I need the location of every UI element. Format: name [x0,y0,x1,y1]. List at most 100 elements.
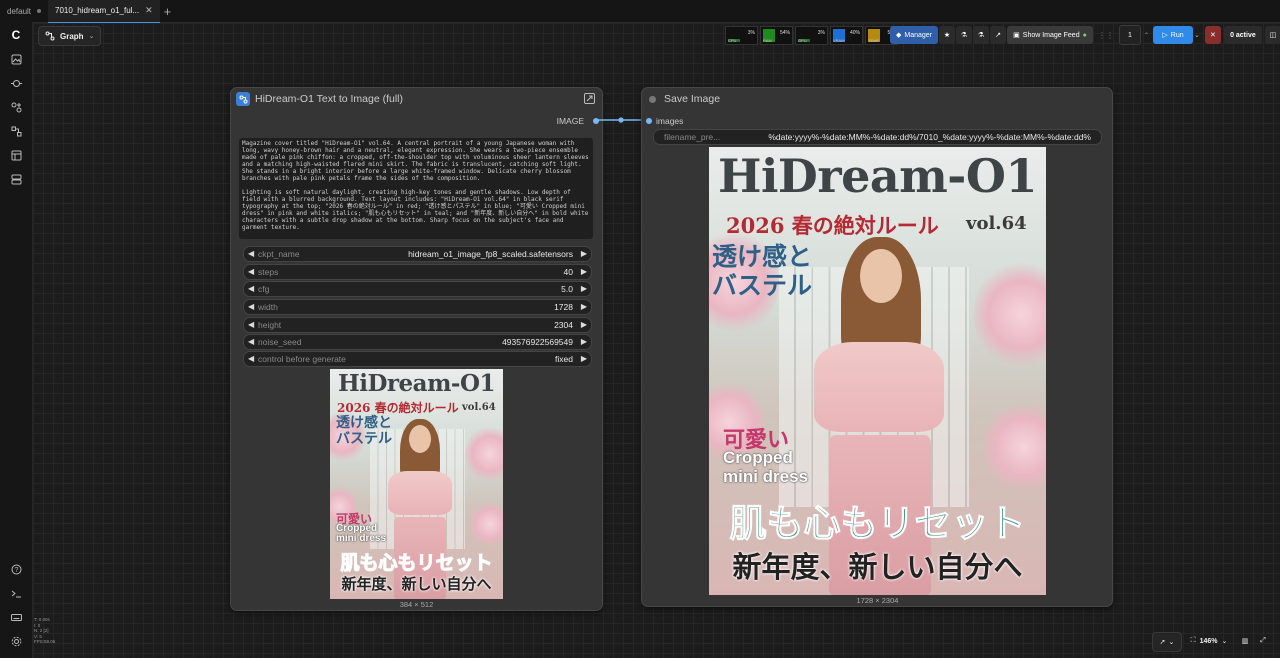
image-feed-toolbar: ▣ Show Image Feed ● [1007,26,1096,44]
comfy-logo-icon[interactable]: C [8,28,24,42]
input-slot-label: images [656,116,684,126]
decrement-icon[interactable]: ◀ [248,337,254,346]
close-icon[interactable]: ✕ [145,5,153,16]
gpu-meter: 3% GPU [795,25,828,45]
widget-width[interactable]: ◀ width 1728 ▶ [243,299,592,315]
terminal-icon[interactable] [8,586,24,600]
cover-bottom: 新年度、新しい自分へ [732,550,1023,584]
drag-handle-icon[interactable]: ⋮⋮ [1098,31,1114,40]
cover-blue-line1: 透け感と [336,415,392,431]
increment-icon[interactable]: ▶ [581,354,587,363]
node-title: HiDream-O1 Text to Image (full) [255,93,404,105]
workflows-icon[interactable] [8,124,24,138]
graph-mode-button[interactable]: Graph ⌄ [38,26,102,46]
input-slot-dot[interactable] [646,118,652,124]
canvas-stats: T: 0.00s I: 0 N: 2 [2] V: 5 FPS:59.06 [34,617,56,644]
vram-meter: 40% VRAM [830,25,863,45]
batch-count-input[interactable]: 1 [1119,25,1141,45]
widget-height[interactable]: ◀ height 2304 ▶ [243,317,592,333]
widget-noise-seed[interactable]: ◀ noise_seed 493576922569549 ▶ [243,334,592,350]
cover-teal: 肌も心もリセット [729,502,1026,546]
cover-teal: 肌も心もリセット [340,552,493,575]
cpu-meter: 3% CPU [725,25,758,45]
sidebar: C ? [0,22,33,658]
new-tab-button[interactable]: + [160,4,176,19]
manager-button[interactable]: ◆ Manager [890,26,938,44]
cover-subtitle: 2026 春の絶対ルール [337,401,459,415]
images-icon[interactable] [8,52,24,66]
node-text-to-image[interactable]: HiDream-O1 Text to Image (full) IMAGE Ma… [230,87,603,611]
increment-icon[interactable]: ▶ [581,249,587,258]
select-mode-button[interactable]: ➚ ⌄ [1152,632,1182,652]
increment-icon[interactable]: ▶ [581,302,587,311]
decrement-icon[interactable]: ◀ [248,302,254,311]
active-queue-button[interactable]: 0 active [1223,26,1262,44]
node-title-bar[interactable]: Save Image [642,88,1112,110]
keyboard-icon[interactable] [8,610,24,624]
chevron-down-icon: ⌄ [88,33,95,40]
increment-icon[interactable]: ▶ [581,284,587,293]
tab-bar: default 7010_hidream_o1_ful... ✕ + [0,0,1280,23]
run-options-chevron-icon[interactable]: ⌄ [1194,31,1200,39]
widget-steps[interactable]: ◀ steps 40 ▶ [243,264,592,280]
image-dimensions: 1728 × 2304 [856,596,899,605]
widget-value: %date:yyyy%-%date:MM%-%date:dd%/7010_%da… [768,132,1091,142]
flask-icon[interactable]: ⚗ [956,26,972,44]
widget-label: filename_pre... [664,132,721,142]
templates-icon[interactable] [8,148,24,162]
minimap-icon[interactable]: ▥ [1238,632,1252,650]
decrement-icon[interactable]: ◀ [248,249,254,258]
node-status-dot-icon[interactable] [649,95,656,103]
widget-cfg[interactable]: ◀ cfg 5.0 ▶ [243,281,592,297]
ram-meter: 54% RAM [760,25,793,45]
settings-gear-icon[interactable] [8,634,24,648]
cancel-run-button[interactable]: ✕ [1204,26,1221,44]
toggle-panel-icon[interactable]: ◫ [1264,26,1280,44]
chevron-down-icon: ⌄ [1168,639,1175,646]
cover-volume: vol.64 [966,213,1027,234]
puzzle-icon: ◆ [895,32,902,39]
prompt-textarea[interactable]: Magazine cover titled "HiDream-O1" vol.6… [239,138,593,239]
share-icon[interactable]: ↗ [990,26,1006,44]
batch-stepper-icon[interactable]: ⌃ [1144,32,1149,39]
queue-icon[interactable] [8,172,24,186]
run-button[interactable]: ▷ Run [1153,26,1194,44]
help-icon[interactable]: ? [8,562,24,576]
node-title: Save Image [664,93,721,105]
increment-icon[interactable]: ▶ [581,337,587,346]
prompt-paragraph: Lighting is soft natural daylight, creat… [242,189,589,231]
fit-view-icon[interactable]: ⛶ [1191,637,1196,645]
cover-subtitle: 2026 春の絶対ルール [726,213,939,238]
decrement-icon[interactable]: ◀ [248,267,254,276]
tab-label: 7010_hidream_o1_ful... [55,6,140,15]
increment-icon[interactable]: ▶ [581,267,587,276]
decrement-icon[interactable]: ◀ [248,320,254,329]
cover-title: HiDream-O1 [338,370,496,397]
tab-default[interactable]: default [0,0,48,22]
models-icon[interactable] [8,76,24,90]
image-feed-icon: ▣ [1013,32,1020,39]
widget-control-before-generate[interactable]: ◀ control before generate fixed ▶ [243,351,592,367]
node-save-image[interactable]: Save Image images filename_pre... %date:… [641,87,1113,607]
decrement-icon[interactable]: ◀ [248,284,254,293]
filename-prefix-widget[interactable]: filename_pre... %date:yyyy%-%date:MM%-%d… [653,129,1102,145]
decrement-icon[interactable]: ◀ [248,354,254,363]
play-icon: ▷ [1162,32,1168,39]
show-image-feed-button[interactable]: ▣ Show Image Feed ● [1007,26,1093,44]
zoom-control[interactable]: ⛶ 146% ⌄ [1183,632,1235,650]
widget-ckpt-name[interactable]: ◀ ckpt_name hidream_o1_image_fp8_scaled.… [243,246,592,262]
preview-dimensions: 384 × 512 [399,600,434,609]
tab-workflow[interactable]: 7010_hidream_o1_ful... ✕ [48,0,160,23]
prompt-paragraph: Magazine cover titled "HiDream-O1" vol.6… [242,140,589,182]
star-icon[interactable]: ★ [939,26,955,44]
tab-label: default [7,6,32,16]
flask-alt-icon[interactable]: ⚗ [973,26,989,44]
cover-volume: vol.64 [462,402,496,413]
nodes-library-icon[interactable] [8,100,24,114]
increment-icon[interactable]: ▶ [581,320,587,329]
node-title-bar[interactable]: HiDream-O1 Text to Image (full) [231,88,602,110]
manager-toolbar: ◆ Manager ★ ⚗ ⚗ ↗ [890,26,1009,44]
fullscreen-icon[interactable]: ⤢ [1256,632,1270,650]
unsaved-dot-icon [37,9,42,13]
expand-icon[interactable] [584,93,595,107]
